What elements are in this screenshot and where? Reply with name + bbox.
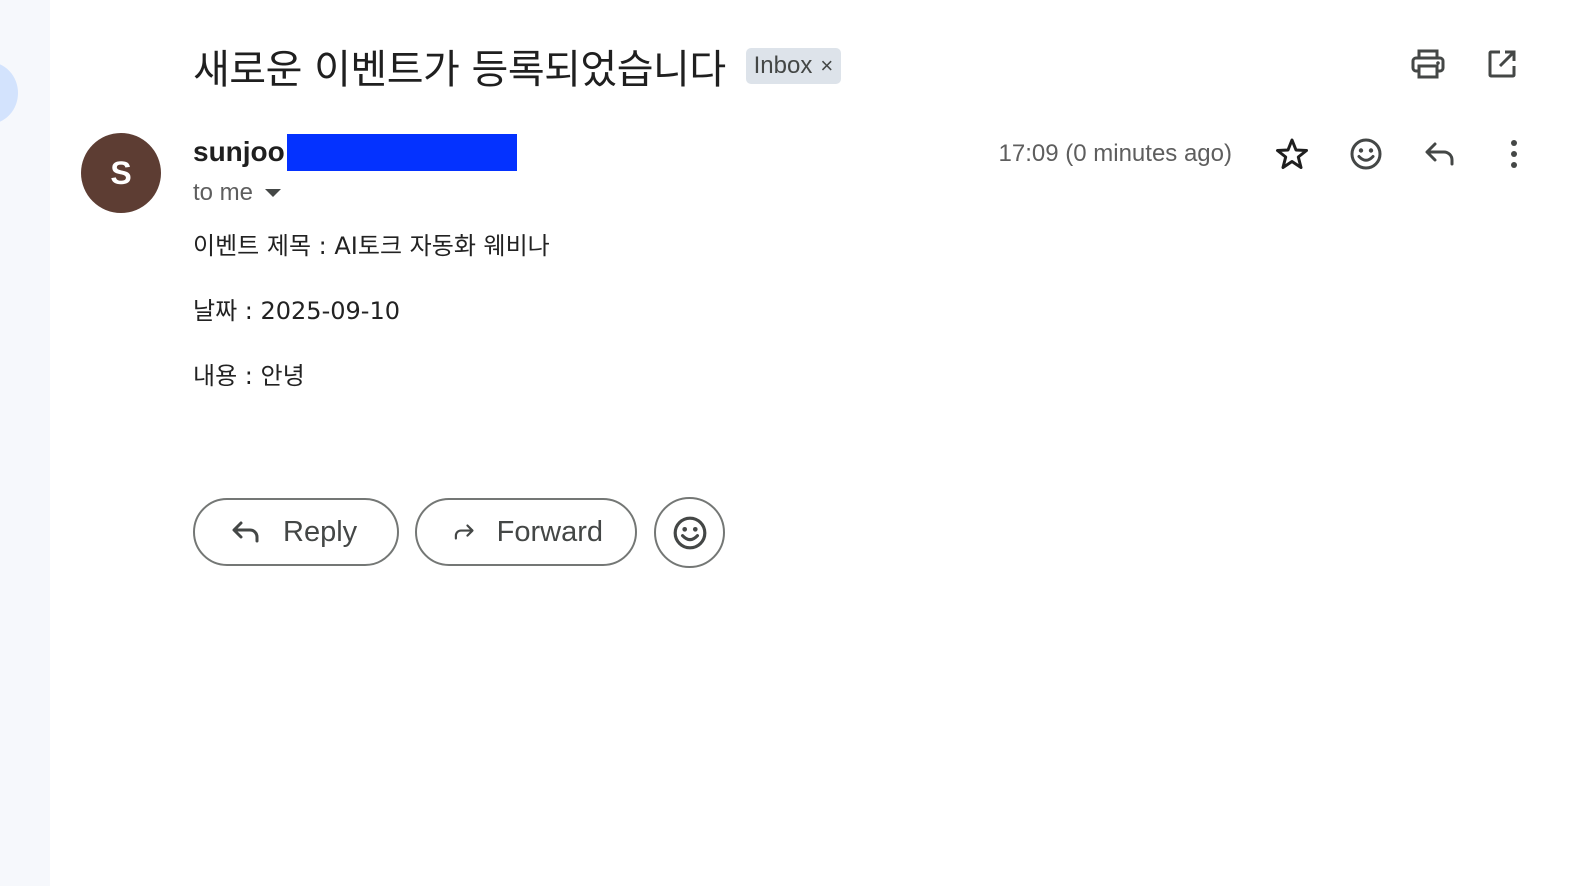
sender-row: sunjoo [193,133,517,171]
avatar-initial: S [110,154,132,191]
sender-name[interactable]: sunjoo [193,136,285,168]
reply-button-label: Reply [283,515,358,548]
more-options-button[interactable] [1496,134,1532,174]
remove-label-button[interactable]: × [820,53,833,79]
message-meta: 17:09 (0 minutes ago) [999,133,1532,175]
body-line-date: 날짜 : 2025-09-10 [193,297,400,325]
body-line-content: 내용 : 안녕 [193,362,305,390]
thread-toolbar [1410,44,1520,84]
reply-button[interactable]: Reply [193,498,399,566]
chevron-down-icon [265,189,282,197]
reply-button-header[interactable] [1422,134,1458,174]
recipient-details-toggle[interactable]: to me [193,176,282,210]
print-all-button[interactable] [1410,44,1446,84]
printer-icon [1411,49,1445,79]
add-reaction-icon [1350,138,1382,170]
reply-icon [232,521,259,543]
message-body: 이벤트 제목 : AI토크 자동화 웨비나 날짜 : 2025-09-10 내용… [193,228,550,423]
email-subject: 새로운 이벤트가 등록되었습니다 [193,47,726,93]
add-reaction-button[interactable] [1348,134,1384,174]
redacted-sender-address [286,133,517,171]
message-actions: Reply Forward [193,497,725,568]
forward-button[interactable]: Forward [415,498,637,566]
inbox-label-text: Inbox [753,52,813,79]
forward-button-label: Forward [496,515,603,548]
more-vert-icon [1511,140,1517,168]
inbox-label-chip[interactable]: Inbox × [745,48,842,84]
message-timestamp: 17:09 (0 minutes ago) [998,140,1232,167]
left-navigation-rail [0,0,50,886]
active-nav-indicator[interactable] [0,62,18,124]
add-reaction-icon [673,516,706,549]
add-reaction-footer-button[interactable] [654,497,725,568]
star-icon [1276,138,1308,169]
open-in-new-icon [1488,50,1516,78]
subject-row: 새로운 이벤트가 등록되었습니다 Inbox × [193,36,842,96]
star-button[interactable] [1274,134,1310,174]
sender-avatar[interactable]: S [81,133,161,213]
open-in-new-window-button[interactable] [1484,44,1520,84]
body-line-event-title: 이벤트 제목 : AI토크 자동화 웨비나 [193,232,550,260]
forward-icon [454,524,474,540]
recipient-text: to me [193,179,254,206]
reply-icon [1425,142,1454,166]
